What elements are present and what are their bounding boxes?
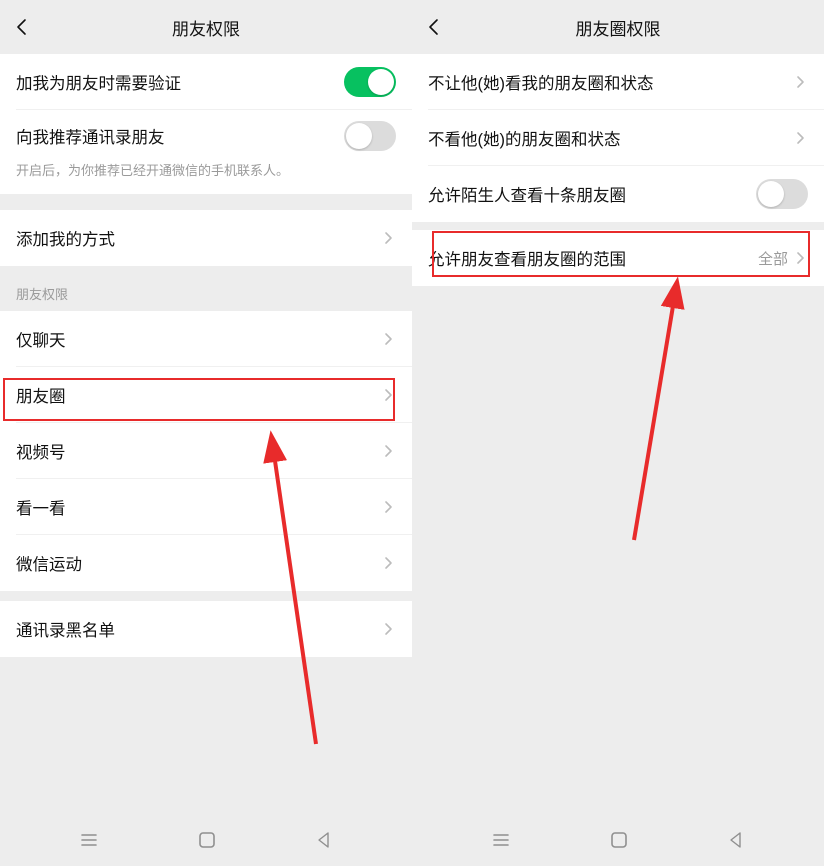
chevron-right-icon: [382, 388, 396, 402]
row-label: 加我为朋友时需要验证: [16, 70, 181, 94]
chevron-right-icon: [382, 500, 396, 514]
chevron-right-icon: [382, 332, 396, 346]
nav-recent-icon[interactable]: [78, 829, 100, 856]
page-title: 朋友权限: [172, 15, 240, 40]
recommend-desc: 开启后，为你推荐已经开通微信的手机联系人。: [0, 162, 412, 194]
row-kanyikan[interactable]: 看一看: [0, 479, 412, 535]
row-hide-my-moments[interactable]: 不让他(她)看我的朋友圈和状态: [412, 54, 824, 110]
nav-home-icon[interactable]: [609, 830, 629, 855]
nav-recent-icon[interactable]: [490, 829, 512, 856]
row-recommend-contacts[interactable]: 向我推荐通讯录朋友: [0, 110, 412, 162]
header: 朋友权限: [0, 0, 412, 54]
row-label: 看一看: [16, 495, 66, 519]
toggle-strangers[interactable]: [756, 179, 808, 209]
right-screen: 朋友圈权限 不让他(她)看我的朋友圈和状态 不看他(她)的朋友圈和状态 允许陌生…: [412, 0, 824, 866]
nav-home-icon[interactable]: [197, 830, 217, 855]
chevron-right-icon: [794, 75, 808, 89]
row-werun[interactable]: 微信运动: [0, 535, 412, 591]
chevron-right-icon: [794, 131, 808, 145]
row-label: 允许朋友查看朋友圈的范围: [428, 246, 626, 270]
nav-back-icon[interactable]: [726, 830, 746, 855]
chevron-right-icon: [382, 231, 396, 245]
left-screen: 朋友权限 加我为朋友时需要验证 向我推荐通讯录朋友 开启后，为你推荐已经开通微信…: [0, 0, 412, 866]
back-button[interactable]: [424, 17, 444, 37]
row-verify-friend[interactable]: 加我为朋友时需要验证: [0, 54, 412, 110]
chevron-right-icon: [382, 444, 396, 458]
row-label: 不看他(她)的朋友圈和状态: [428, 126, 621, 150]
chevron-right-icon: [382, 556, 396, 570]
row-visible-range[interactable]: 允许朋友查看朋友圈的范围 全部: [412, 230, 824, 286]
toggle-recommend-contacts[interactable]: [344, 121, 396, 151]
row-label: 添加我的方式: [16, 226, 115, 250]
row-label: 通讯录黑名单: [16, 617, 115, 641]
row-label: 视频号: [16, 439, 66, 463]
group-title-friend-perm: 朋友权限: [0, 266, 412, 311]
chevron-right-icon: [794, 251, 808, 265]
chevron-right-icon: [382, 622, 396, 636]
system-navbar: [412, 818, 824, 866]
back-icon: [424, 17, 444, 37]
row-label: 朋友圈: [16, 383, 66, 407]
back-icon: [12, 17, 32, 37]
row-channels[interactable]: 视频号: [0, 423, 412, 479]
row-chat-only[interactable]: 仅聊天: [0, 311, 412, 367]
row-value: 全部: [758, 248, 788, 269]
system-navbar: [0, 818, 412, 866]
row-blacklist[interactable]: 通讯录黑名单: [0, 601, 412, 657]
row-label: 仅聊天: [16, 327, 66, 351]
row-label: 微信运动: [16, 551, 82, 575]
page-title: 朋友圈权限: [576, 15, 661, 40]
toggle-verify-friend[interactable]: [344, 67, 396, 97]
row-label: 允许陌生人查看十条朋友圈: [428, 182, 626, 206]
row-strangers-ten[interactable]: 允许陌生人查看十条朋友圈: [412, 166, 824, 222]
row-hide-their-moments[interactable]: 不看他(她)的朋友圈和状态: [412, 110, 824, 166]
nav-back-icon[interactable]: [314, 830, 334, 855]
row-label: 向我推荐通讯录朋友: [16, 124, 165, 148]
back-button[interactable]: [12, 17, 32, 37]
header: 朋友圈权限: [412, 0, 824, 54]
row-add-method[interactable]: 添加我的方式: [0, 210, 412, 266]
row-moments[interactable]: 朋友圈: [0, 367, 412, 423]
row-label: 不让他(她)看我的朋友圈和状态: [428, 70, 654, 94]
